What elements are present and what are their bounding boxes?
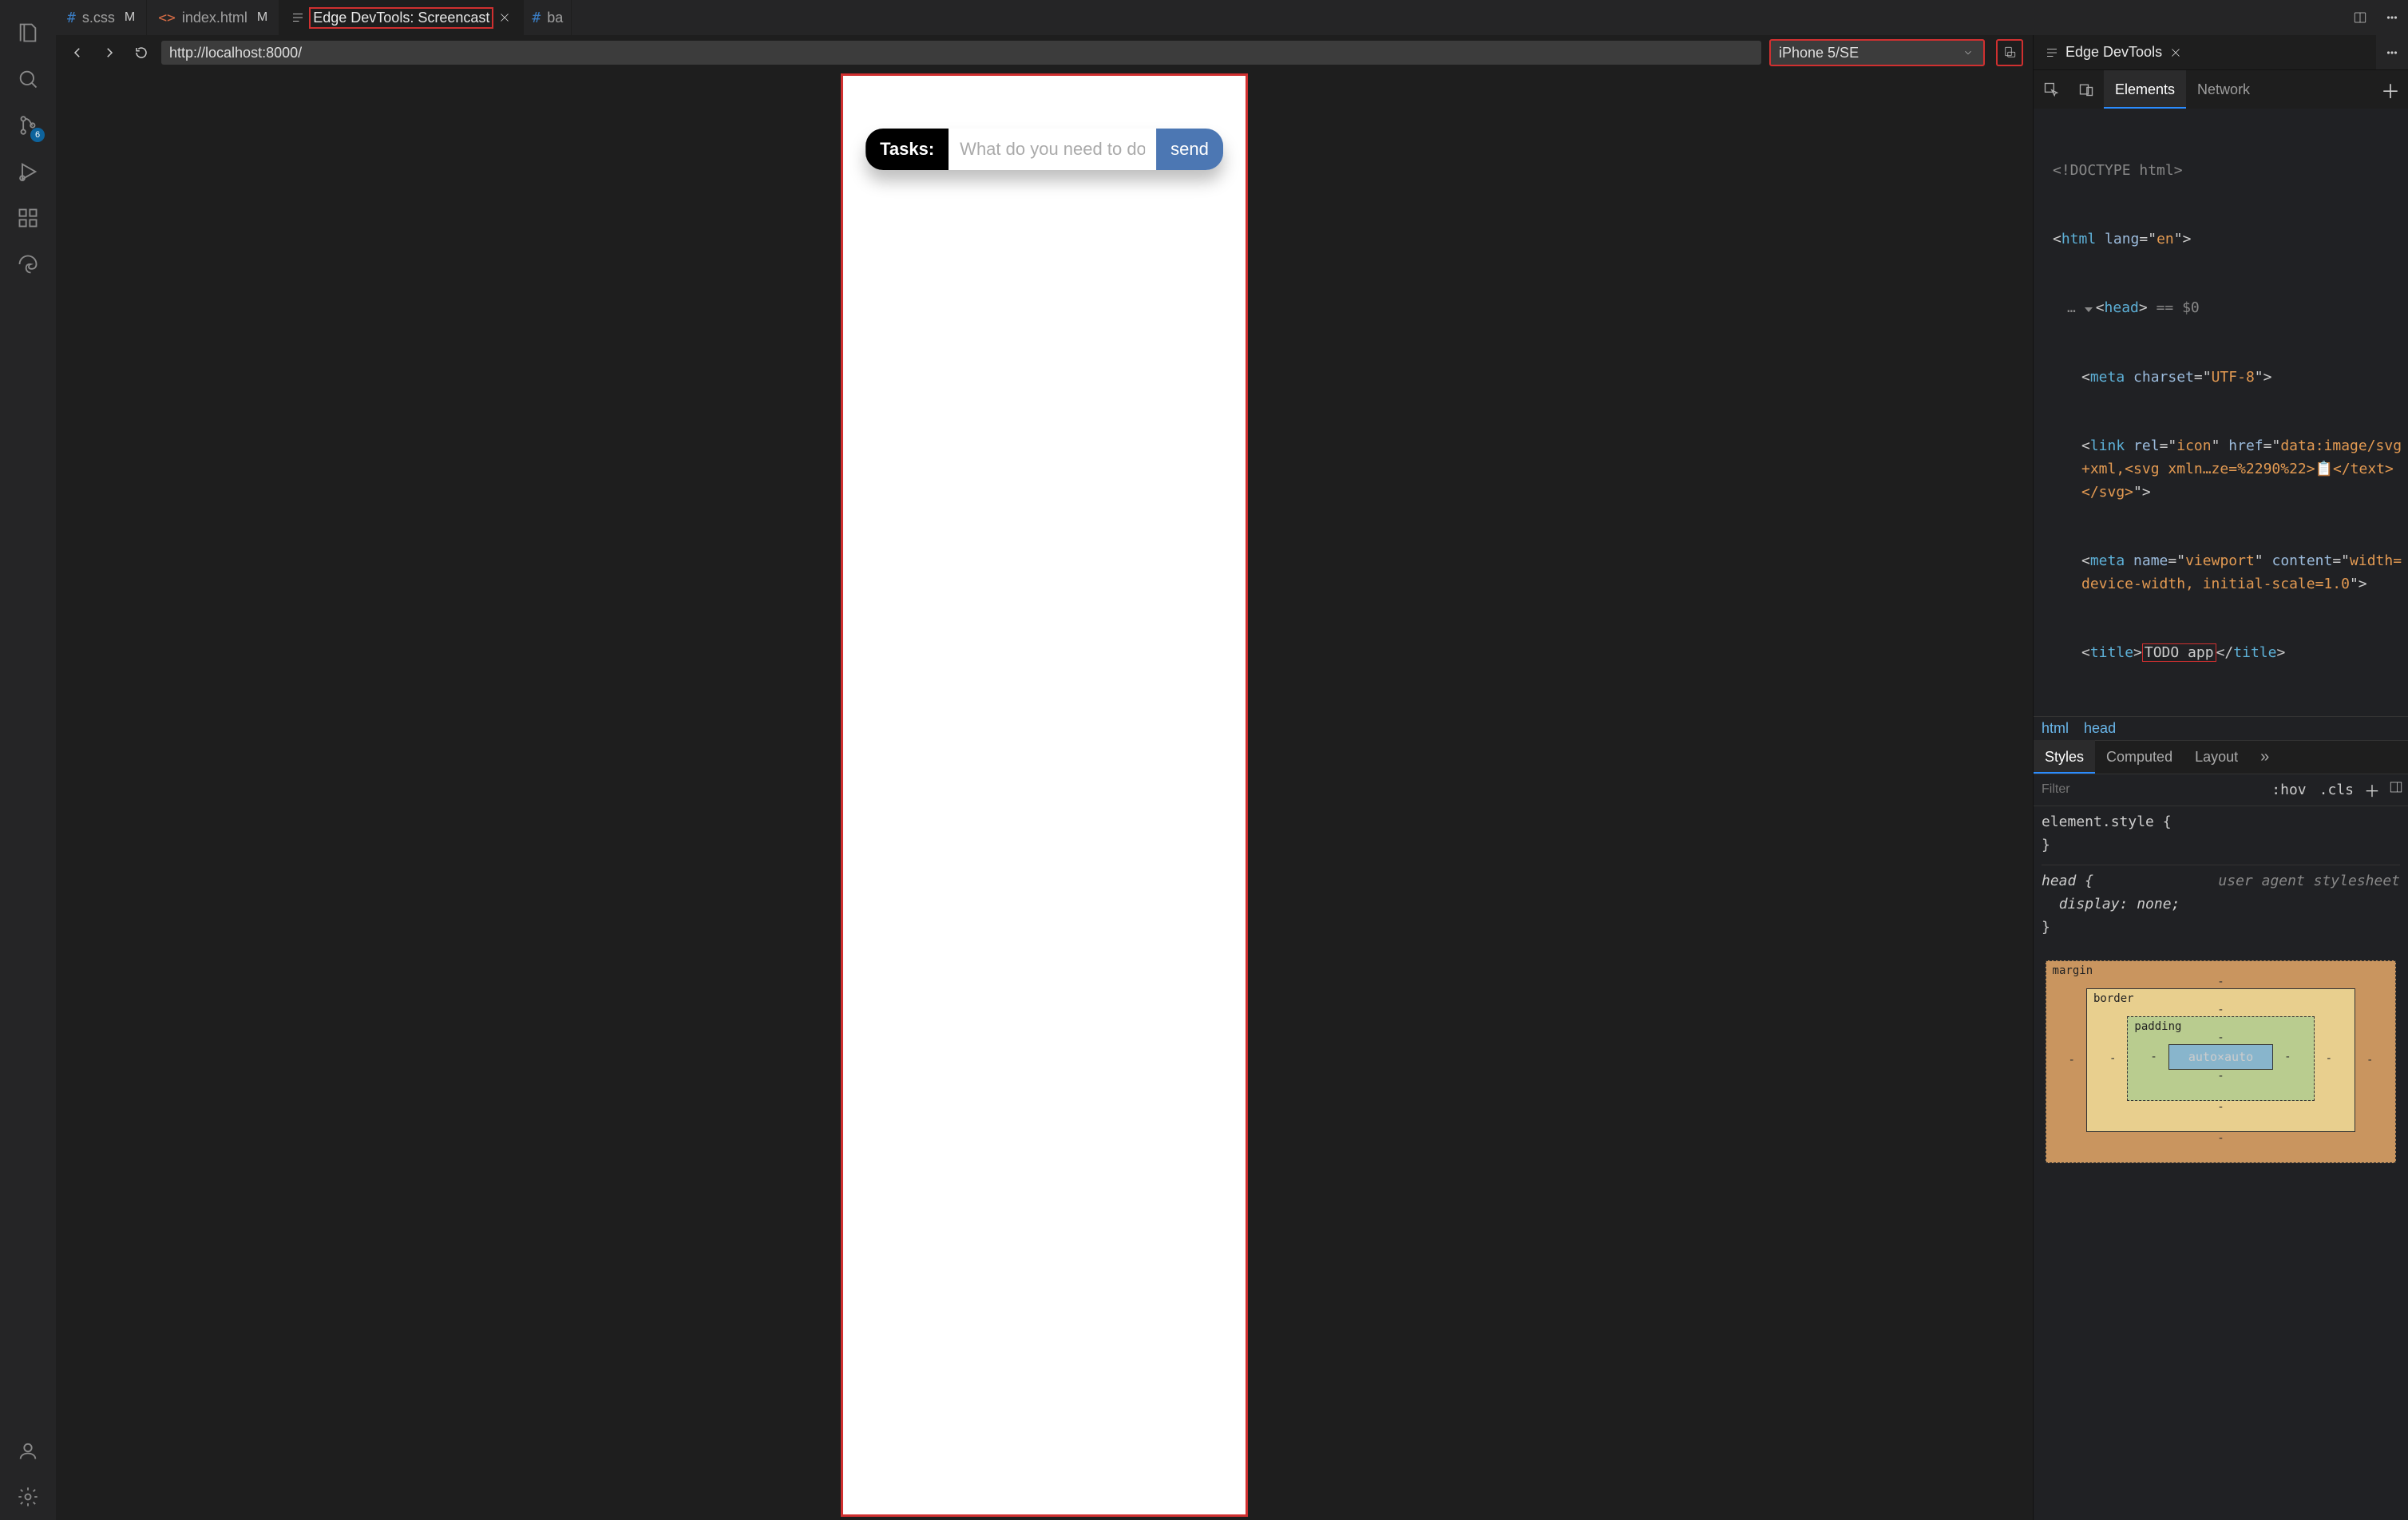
- send-button[interactable]: send: [1156, 129, 1223, 170]
- preview-icon: [2045, 46, 2059, 60]
- styles-subtabs: Styles Computed Layout »: [2034, 740, 2408, 774]
- tab-label: s.css: [82, 10, 115, 26]
- explorer-icon[interactable]: [10, 14, 46, 51]
- tab-label: index.html: [182, 10, 248, 26]
- more-actions-icon[interactable]: [2376, 0, 2408, 35]
- crumb-head[interactable]: head: [2084, 720, 2116, 736]
- settings-gear-icon[interactable]: [10, 1478, 46, 1515]
- tab-computed[interactable]: Computed: [2095, 740, 2184, 774]
- reload-icon[interactable]: [129, 41, 153, 65]
- box-model-diagram[interactable]: margin - - border - - padding -: [2034, 944, 2408, 1520]
- tab-layout[interactable]: Layout: [2184, 740, 2249, 774]
- border-label: border: [2093, 992, 2134, 1005]
- device-select-label: iPhone 5/SE: [1779, 45, 1859, 61]
- styles-rules[interactable]: element.style { } user agent stylesheet …: [2034, 806, 2408, 944]
- screencast-panel: iPhone 5/SE Tasks: send: [56, 35, 2033, 1520]
- devtools-panel: Edge DevTools Elements Network ＋: [2033, 35, 2408, 1520]
- tab-label: Edge DevTools: [2065, 44, 2162, 61]
- search-icon[interactable]: [10, 61, 46, 97]
- tab-label: Edge DevTools: Screencast: [311, 10, 491, 26]
- padding-label: padding: [2134, 1020, 2181, 1033]
- source-control-badge: 6: [30, 128, 45, 142]
- margin-label: margin: [2053, 964, 2093, 977]
- doctype-node: <!DOCTYPE html>: [2053, 162, 2183, 179]
- device-toolbar-icon[interactable]: [2069, 70, 2104, 109]
- run-debug-icon[interactable]: [10, 153, 46, 190]
- accounts-icon[interactable]: [10, 1432, 46, 1469]
- preview-icon: [291, 10, 305, 25]
- editor-area: # s.css M <> index.html M Edge DevTools:…: [56, 0, 2408, 1520]
- tab-elements[interactable]: Elements: [2104, 70, 2186, 109]
- user-agent-label: user agent stylesheet: [2218, 870, 2400, 893]
- close-icon[interactable]: [2168, 46, 2183, 60]
- tab-modified-indicator: M: [257, 10, 267, 25]
- cls-toggle[interactable]: .cls: [2313, 782, 2360, 798]
- source-control-icon[interactable]: 6: [10, 107, 46, 144]
- tab-base[interactable]: # ba: [524, 0, 572, 35]
- dom-tree[interactable]: <!DOCTYPE html> <html lang="en"> … <head…: [2034, 109, 2408, 716]
- css-file-icon: #: [67, 10, 76, 26]
- tasks-label: Tasks:: [865, 129, 949, 170]
- todo-app-form: Tasks: send: [865, 129, 1223, 170]
- tab-network[interactable]: Network: [2186, 70, 2261, 109]
- nav-back-icon[interactable]: [65, 41, 89, 65]
- screencast-toolbar: iPhone 5/SE: [56, 35, 2033, 70]
- split-editor-icon[interactable]: [2344, 0, 2376, 35]
- add-tab-icon[interactable]: ＋: [2373, 76, 2408, 104]
- more-tabs-icon[interactable]: »: [2249, 740, 2280, 774]
- content-box: auto×auto: [2168, 1044, 2273, 1070]
- close-icon[interactable]: [497, 10, 512, 25]
- title-text-highlight: TODO app: [2142, 643, 2216, 662]
- crumb-html[interactable]: html: [2042, 720, 2069, 736]
- tab-styles-css[interactable]: # s.css M: [56, 0, 147, 35]
- styles-filter-input[interactable]: [2034, 782, 2265, 797]
- tab-index-html[interactable]: <> index.html M: [147, 0, 279, 35]
- tab-edge-devtools[interactable]: Edge DevTools: [2034, 35, 2376, 69]
- more-actions-icon[interactable]: [2376, 35, 2408, 70]
- editor-tabstrip: # s.css M <> index.html M Edge DevTools:…: [56, 0, 2408, 35]
- edge-devtools-icon[interactable]: [10, 246, 46, 283]
- device-emulation-select[interactable]: iPhone 5/SE: [1769, 39, 1985, 66]
- extensions-icon[interactable]: [10, 200, 46, 236]
- activity-bar: 6: [0, 0, 56, 1520]
- devtools-main-tabs: Elements Network ＋: [2034, 70, 2408, 109]
- tab-modified-indicator: M: [125, 10, 135, 25]
- url-input[interactable]: [161, 41, 1761, 65]
- tab-styles[interactable]: Styles: [2034, 740, 2095, 774]
- rotate-device-icon[interactable]: [1996, 39, 2023, 66]
- breadcrumb: html head: [2034, 716, 2408, 740]
- nav-forward-icon[interactable]: [97, 41, 121, 65]
- chevron-down-icon: [1962, 47, 1974, 58]
- new-style-rule-icon[interactable]: ＋: [2360, 778, 2384, 802]
- screencast-canvas: Tasks: send: [56, 70, 2033, 1520]
- css-file-icon: #: [532, 10, 541, 26]
- toggle-sidebar-icon[interactable]: [2384, 780, 2408, 799]
- disclosure-triangle-icon[interactable]: [2085, 307, 2093, 312]
- html-file-icon: <>: [158, 10, 176, 26]
- styles-toolbar: :hov .cls ＋: [2034, 774, 2408, 806]
- inspect-element-icon[interactable]: [2034, 70, 2069, 109]
- emulated-viewport[interactable]: Tasks: send: [841, 73, 1248, 1517]
- task-input[interactable]: [949, 129, 1156, 170]
- tab-screencast[interactable]: Edge DevTools: Screencast: [279, 0, 524, 35]
- tab-label: ba: [547, 10, 563, 26]
- hov-toggle[interactable]: :hov: [2265, 782, 2312, 798]
